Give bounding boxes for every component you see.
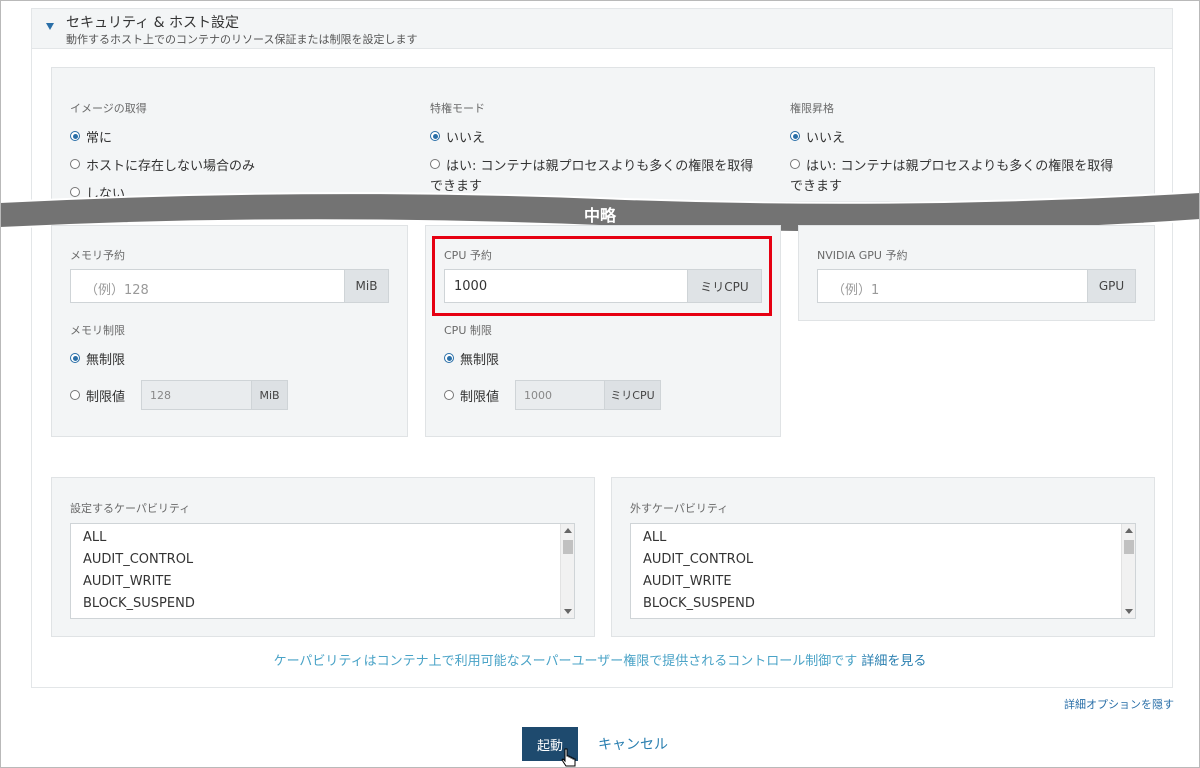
gpu-reserve-unit: GPU (1087, 270, 1135, 302)
scroll-up-icon[interactable] (1125, 528, 1133, 533)
list-item[interactable]: BLOCK_SUSPEND (71, 593, 574, 615)
escalation-yes[interactable]: はい: コンテナは親プロセスよりも多くの権限を取得 (790, 155, 1113, 174)
cpu-reserve-highlight (432, 236, 772, 316)
image-pull-always[interactable]: 常に (70, 127, 112, 146)
memory-reserve-label: メモリ予約 (70, 249, 125, 262)
scroll-down-icon[interactable] (1125, 609, 1133, 614)
list-item[interactable]: BLOCK_SUSPEND (631, 593, 1135, 615)
scrollbar[interactable] (560, 524, 574, 618)
list-item[interactable]: ALL (631, 527, 1135, 549)
privileged-no[interactable]: いいえ (430, 127, 485, 146)
cpu-unlimited[interactable]: 無制限 (444, 349, 499, 368)
memory-limit-input[interactable]: 128 MiB (141, 380, 288, 410)
scroll-thumb[interactable] (1124, 540, 1134, 554)
omitted-label: 中略 (583, 206, 616, 225)
memory-reserve-input[interactable]: （例）128 MiB (70, 269, 389, 303)
privileged-yes[interactable]: はい: コンテナは親プロセスよりも多くの権限を取得 (430, 155, 753, 174)
cap-drop-list[interactable]: ALL AUDIT_CONTROL AUDIT_WRITE BLOCK_SUSP… (630, 523, 1136, 619)
cap-add-label: 設定するケーパビリティ (70, 502, 191, 515)
radio-unchecked[interactable] (70, 390, 80, 400)
memory-limit-unit: MiB (251, 381, 287, 409)
list-item[interactable]: AUDIT_WRITE (631, 571, 1135, 593)
scrollbar[interactable] (1121, 524, 1135, 618)
hide-advanced-link[interactable]: 詳細オプションを隠す (1064, 696, 1174, 712)
image-pull-if-not-present[interactable]: ホストに存在しない場合のみ (70, 155, 255, 174)
cpu-limit-input[interactable]: 1000 ミリCPU (515, 380, 661, 410)
scroll-thumb[interactable] (563, 540, 573, 554)
memory-limit-label: メモリ制限 (70, 324, 125, 337)
radio-checked[interactable] (790, 131, 800, 141)
scroll-down-icon[interactable] (564, 609, 572, 614)
radio-checked[interactable] (444, 353, 454, 363)
radio-unchecked[interactable] (790, 159, 800, 169)
radio-checked[interactable] (70, 131, 80, 141)
radio-checked[interactable] (430, 131, 440, 141)
memory-unlimited[interactable]: 無制限 (70, 349, 125, 368)
cpu-limit-unit: ミリCPU (604, 381, 660, 409)
section-header[interactable]: セキュリティ & ホスト設定 動作するホスト上でのコンテナのリソース保証または制… (32, 9, 1172, 49)
memory-reserve-unit: MiB (344, 270, 388, 302)
list-item[interactable]: ALL (71, 527, 574, 549)
capabilities-help: ケーパビリティはコンテナ上で利用可能なスーパーユーザー権限で提供されるコントロー… (273, 654, 927, 669)
caret-down-icon[interactable] (46, 23, 54, 30)
escalation-label: 権限昇格 (790, 102, 834, 115)
section-title: セキュリティ & ホスト設定 (66, 15, 239, 31)
gpu-reserve-input[interactable]: （例）1 GPU (817, 269, 1136, 303)
section-subtitle: 動作するホスト上でのコンテナのリソース保証または制限を設定します (66, 33, 418, 46)
escalation-no[interactable]: いいえ (790, 127, 845, 146)
learn-more-link[interactable]: 詳細を見る (861, 654, 926, 669)
scroll-up-icon[interactable] (564, 528, 572, 533)
privileged-label: 特権モード (430, 102, 485, 115)
options-panel (51, 67, 1155, 202)
radio-unchecked[interactable] (430, 159, 440, 169)
radio-checked[interactable] (70, 353, 80, 363)
cap-add-list[interactable]: ALL AUDIT_CONTROL AUDIT_WRITE BLOCK_SUSP… (70, 523, 575, 619)
cap-drop-label: 外すケーパビリティ (630, 502, 729, 515)
gpu-reserve-label: NVIDIA GPU 予約 (817, 249, 908, 262)
radio-unchecked[interactable] (70, 159, 80, 169)
image-pull-label: イメージの取得 (70, 102, 147, 115)
radio-unchecked[interactable] (444, 390, 454, 400)
list-item[interactable]: AUDIT_CONTROL (71, 549, 574, 571)
list-item[interactable]: AUDIT_CONTROL (631, 549, 1135, 571)
cancel-button[interactable]: キャンセル (598, 734, 668, 754)
memory-limit-value[interactable]: 制限値 (70, 386, 125, 405)
cpu-limit-label: CPU 制限 (444, 324, 492, 337)
cpu-limit-value[interactable]: 制限値 (444, 386, 499, 405)
list-item[interactable]: AUDIT_WRITE (71, 571, 574, 593)
hand-cursor-icon (561, 748, 576, 767)
